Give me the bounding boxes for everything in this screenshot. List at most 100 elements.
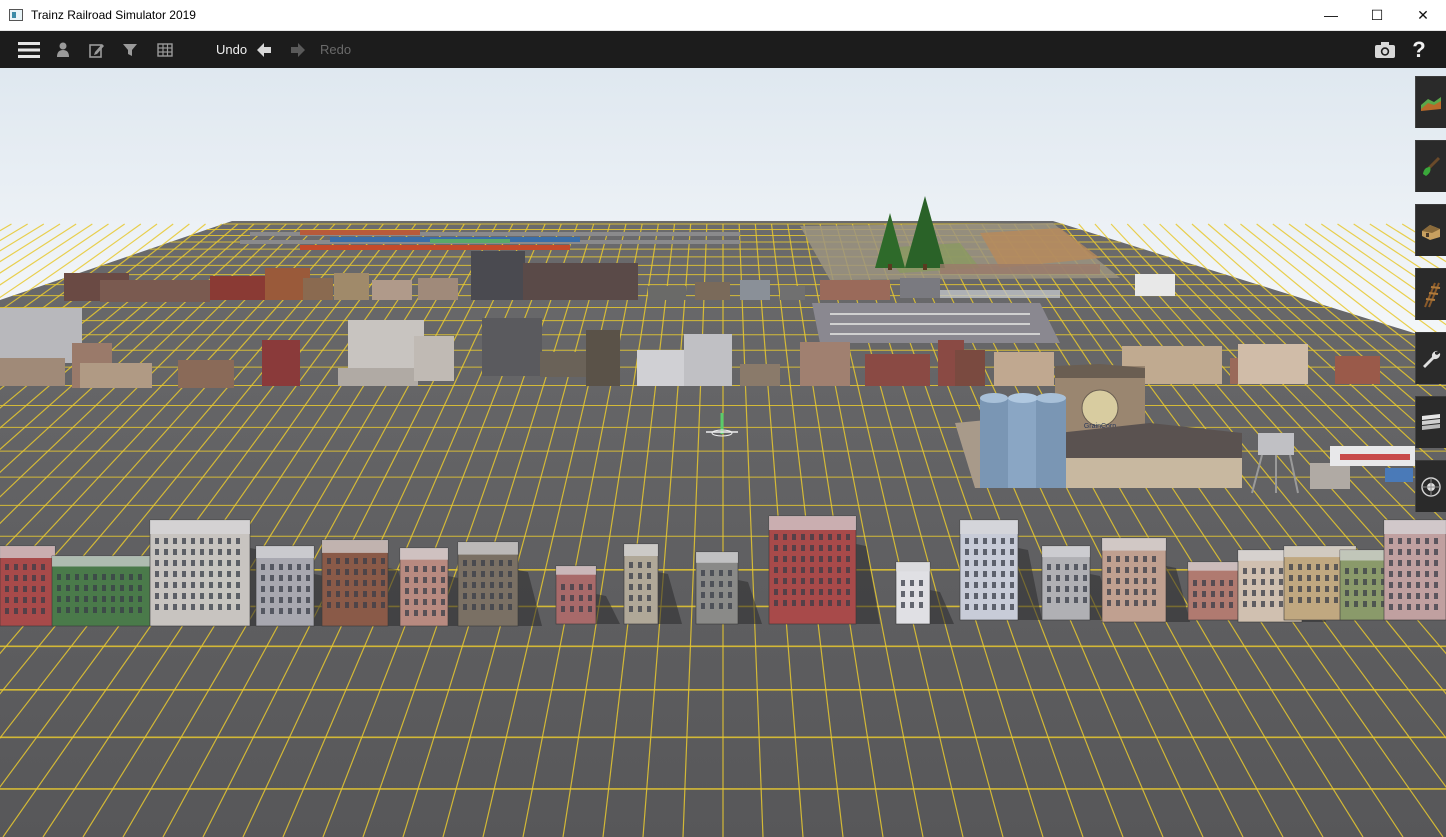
building-window	[1407, 549, 1411, 555]
menu-icon[interactable]	[16, 31, 42, 68]
building-window	[1434, 593, 1438, 599]
filter-icon[interactable]	[120, 31, 140, 68]
world-viewport[interactable]: GrainCorp	[0, 68, 1446, 837]
building-window	[1325, 575, 1329, 581]
building-window	[974, 560, 978, 566]
building-window	[1363, 590, 1367, 596]
grid-icon[interactable]	[155, 31, 175, 68]
building-window	[14, 597, 18, 603]
building-window	[1325, 586, 1329, 592]
building-window	[828, 578, 832, 584]
building-window	[801, 578, 805, 584]
building-window	[1193, 591, 1197, 597]
building-window	[381, 558, 385, 564]
help-icon[interactable]: ?	[1408, 31, 1430, 68]
building-window	[218, 560, 222, 566]
building-window	[810, 556, 814, 562]
compass-tool-tab[interactable]	[1415, 460, 1446, 512]
building-window	[414, 610, 418, 616]
building-window	[1270, 590, 1274, 596]
building-window	[1389, 560, 1393, 566]
building-window	[173, 604, 177, 610]
minimize-button[interactable]: —	[1308, 0, 1354, 30]
building-window	[102, 574, 106, 580]
maximize-button[interactable]: ☐	[1354, 0, 1400, 30]
building-window	[75, 574, 79, 580]
building-window	[701, 581, 705, 587]
building-window	[1065, 597, 1069, 603]
building-window	[288, 597, 292, 603]
layers-tool-tab[interactable]	[1415, 396, 1446, 448]
building-window	[1083, 597, 1087, 603]
building-window	[336, 591, 340, 597]
building-roof	[256, 546, 314, 558]
building-window	[200, 593, 204, 599]
building-window	[1083, 564, 1087, 570]
redo-label[interactable]: Redo	[320, 42, 351, 57]
building-window	[363, 558, 367, 564]
building-window	[1416, 560, 1420, 566]
building-window	[75, 596, 79, 602]
building-window	[983, 604, 987, 610]
building-window	[297, 564, 301, 570]
building-window	[837, 600, 841, 606]
building-window	[297, 586, 301, 592]
building-window	[1243, 601, 1247, 607]
building-window	[1407, 604, 1411, 610]
building-window	[1065, 564, 1069, 570]
building-window	[1107, 589, 1111, 595]
building-window	[508, 593, 512, 599]
building-window	[1407, 538, 1411, 544]
building-window	[129, 585, 133, 591]
building-window	[164, 549, 168, 555]
building-window	[23, 575, 27, 581]
building-window	[57, 585, 61, 591]
redo-arrow-icon[interactable]	[289, 31, 307, 68]
wrench-tool-tab[interactable]	[1415, 332, 1446, 384]
building-window	[66, 585, 70, 591]
edit-icon[interactable]	[87, 31, 107, 68]
building-roof	[696, 552, 738, 563]
building-window	[84, 574, 88, 580]
building-roof	[960, 520, 1018, 534]
track-tool-tab[interactable]	[1415, 268, 1446, 320]
undo-arrow-icon[interactable]	[255, 31, 273, 68]
building-window	[1334, 586, 1338, 592]
building-window	[270, 597, 274, 603]
building-window	[710, 570, 714, 576]
building-window	[1372, 601, 1376, 607]
building-window	[84, 585, 88, 591]
building-window	[363, 569, 367, 575]
building-window	[1211, 602, 1215, 608]
building-window	[774, 600, 778, 606]
building-window	[336, 580, 340, 586]
building-window	[792, 589, 796, 595]
building-window	[102, 596, 106, 602]
building-window	[1083, 575, 1087, 581]
objects-tool-tab[interactable]	[1415, 204, 1446, 256]
building-roof	[400, 548, 448, 560]
building-window	[1001, 593, 1005, 599]
building-window	[182, 582, 186, 588]
camera-icon[interactable]	[1372, 31, 1398, 68]
building-window	[381, 580, 385, 586]
building-window	[1065, 575, 1069, 581]
paint-tool-tab[interactable]	[1415, 140, 1446, 192]
terrain-tool-tab[interactable]	[1415, 76, 1446, 128]
building-window	[499, 582, 503, 588]
building-window	[218, 538, 222, 544]
undo-label[interactable]: Undo	[216, 42, 247, 57]
building-window	[1307, 575, 1311, 581]
building-window	[490, 571, 494, 577]
building-window	[354, 591, 358, 597]
scene-canvas[interactable]: GrainCorp	[0, 68, 1446, 837]
building-window	[801, 556, 805, 562]
driver-icon[interactable]	[53, 31, 73, 68]
building-window	[1134, 600, 1138, 606]
close-button[interactable]: ✕	[1400, 0, 1446, 30]
building-window	[1010, 538, 1014, 544]
building-window	[327, 558, 331, 564]
building-window	[508, 604, 512, 610]
building-window	[236, 604, 240, 610]
building-window	[354, 602, 358, 608]
